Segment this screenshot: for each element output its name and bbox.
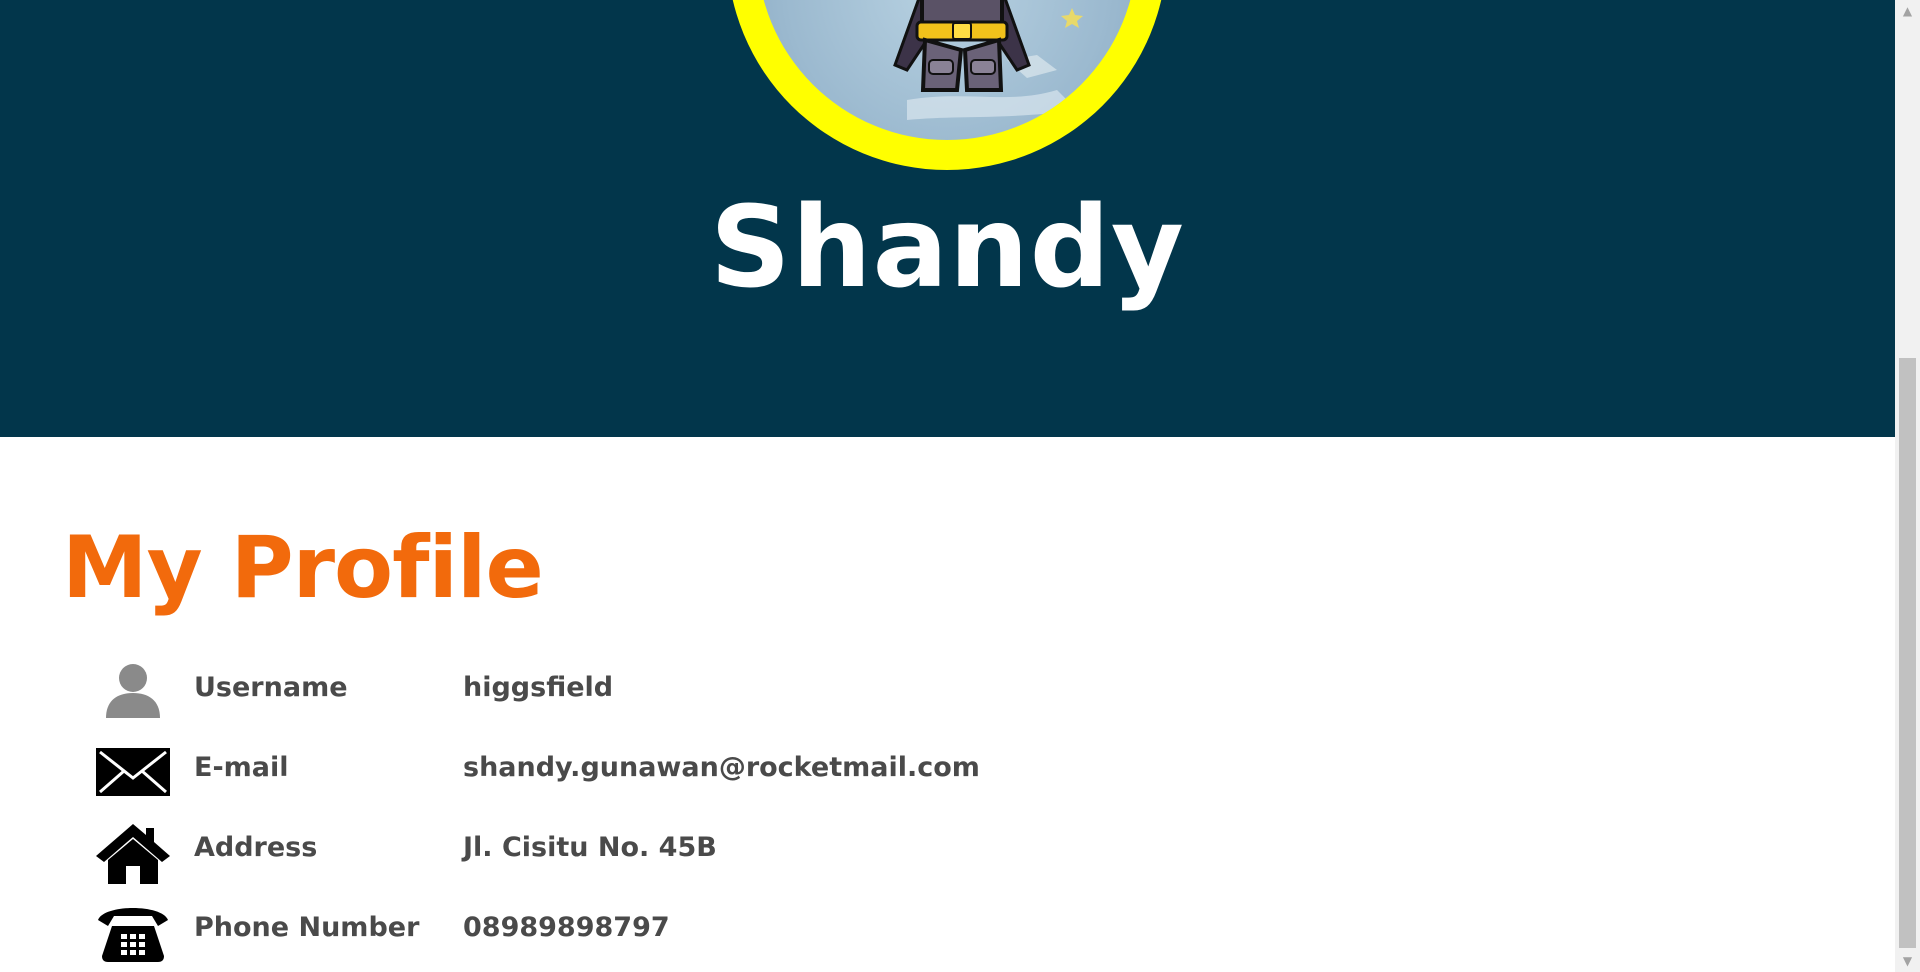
telephone-icon	[94, 902, 172, 962]
avatar	[727, 0, 1167, 170]
profile-row-email: E-mail shandy.gunawan@rocketmail.com	[94, 738, 994, 818]
profile-row-address: Address Jl. Cisitu No. 45B	[94, 818, 994, 898]
username-label: Username	[194, 672, 348, 703]
envelope-icon	[94, 742, 172, 800]
scroll-up-arrow-icon[interactable]: ▲	[1895, 0, 1920, 22]
star-icon	[1061, 8, 1083, 28]
scroll-down-arrow-icon[interactable]: ▼	[1895, 950, 1920, 972]
profile-header: Shandy	[0, 0, 1895, 437]
profile-row-username: Username higgsfield	[94, 658, 994, 738]
phone-value: 08989898797	[463, 912, 670, 943]
scrollbar-thumb[interactable]	[1899, 358, 1916, 948]
avatar-image	[757, 0, 1137, 140]
batman-avatar-illustration	[893, 0, 1083, 120]
page-title: My Profile	[62, 518, 544, 618]
phone-label: Phone Number	[194, 912, 420, 943]
vertical-scrollbar[interactable]: ▲ ▼	[1895, 0, 1920, 972]
home-icon	[94, 822, 172, 884]
profile-details: Username higgsfield E-mail shandy.gunawa…	[94, 658, 994, 972]
profile-name-heading: Shandy	[710, 183, 1185, 313]
profile-row-phone: Phone Number 08989898797	[94, 898, 994, 972]
username-value: higgsfield	[463, 672, 614, 703]
email-value: shandy.gunawan@rocketmail.com	[463, 752, 980, 783]
address-label: Address	[194, 832, 318, 863]
email-label: E-mail	[194, 752, 289, 783]
profile-page: Shandy My Profile Username higgsfield E-…	[0, 0, 1920, 972]
address-value: Jl. Cisitu No. 45B	[463, 832, 717, 863]
user-icon	[94, 662, 172, 720]
